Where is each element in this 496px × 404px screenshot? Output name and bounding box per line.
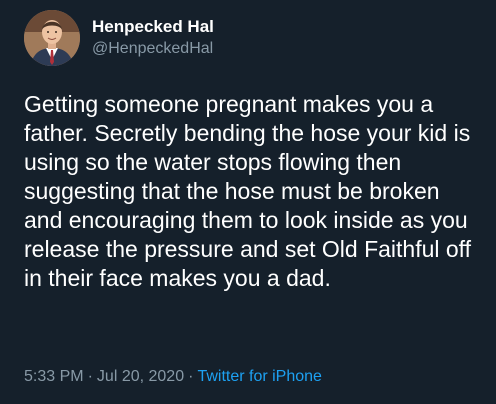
avatar[interactable] [24, 10, 80, 66]
display-name[interactable]: Henpecked Hal [92, 16, 214, 38]
separator-dot: · [87, 368, 93, 385]
tweet-time[interactable]: 5:33 PM [24, 368, 84, 385]
profile-photo-icon [24, 10, 80, 66]
author-names: Henpecked Hal @HenpeckedHal [92, 16, 214, 60]
tweet-meta: 5:33 PM · Jul 20, 2020 · Twitter for iPhone [24, 366, 322, 388]
tweet-card: Henpecked Hal @HenpeckedHal Getting some… [0, 0, 496, 404]
tweet-header: Henpecked Hal @HenpeckedHal [24, 10, 214, 66]
tweet-source-link[interactable]: Twitter for iPhone [197, 368, 322, 385]
tweet-text: Getting someone pregnant makes you a fat… [24, 91, 472, 291]
tweet-date[interactable]: Jul 20, 2020 [97, 368, 184, 385]
user-handle[interactable]: @HenpeckedHal [92, 38, 214, 60]
separator-dot: · [188, 368, 194, 385]
